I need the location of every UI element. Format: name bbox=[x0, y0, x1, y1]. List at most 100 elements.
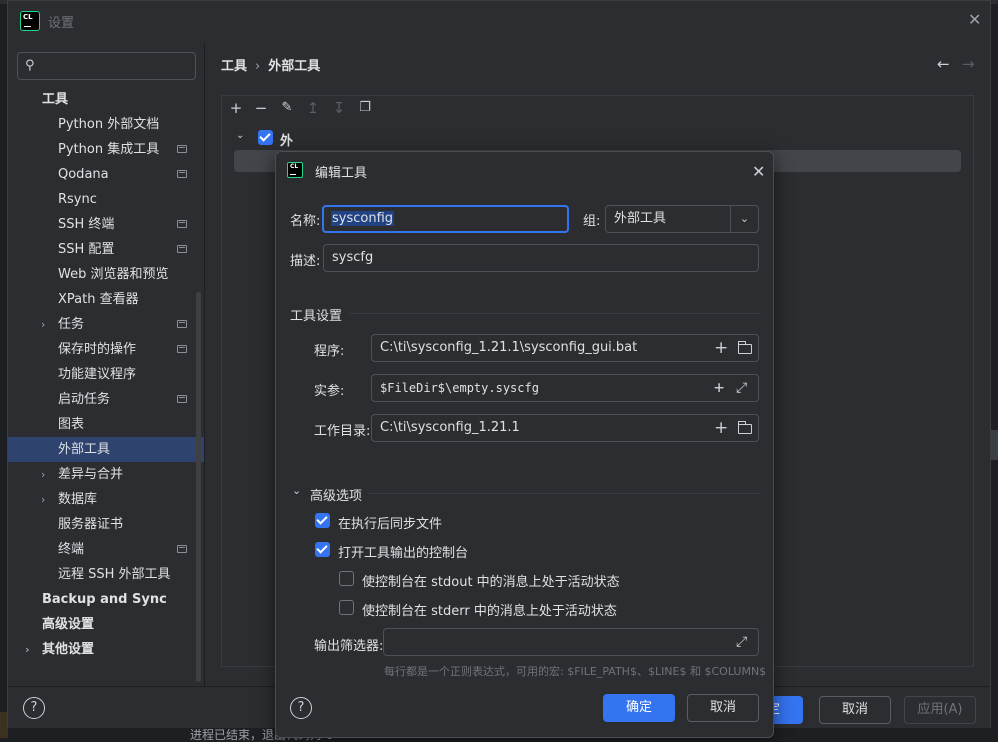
breadcrumb-separator: › bbox=[255, 59, 261, 74]
plus-icon[interactable]: + bbox=[714, 420, 728, 437]
project-scope-icon bbox=[177, 545, 187, 553]
output-filter-label: 输出筛选器: bbox=[314, 639, 384, 654]
clion-logo-icon: CL bbox=[287, 162, 303, 178]
sidebar-scrollbar[interactable] bbox=[196, 292, 201, 682]
window-title: 设置 bbox=[48, 16, 75, 31]
chevron-right-icon: › bbox=[41, 318, 46, 331]
sync-files-label[interactable]: 在执行后同步文件 bbox=[338, 513, 442, 532]
sidebar-item-xpath[interactable]: XPath 查看器 bbox=[8, 287, 204, 312]
open-console-label[interactable]: 打开工具输出的控制台 bbox=[338, 542, 468, 561]
sidebar-item-other[interactable]: › 其他设置 bbox=[8, 637, 204, 662]
sync-files-checkbox[interactable] bbox=[315, 513, 330, 528]
project-scope-icon bbox=[177, 245, 187, 253]
settings-sidebar: ⚲ 工具 Python 外部文档 Python 集成工具 Qodana Rsyn… bbox=[8, 42, 205, 686]
expand-icon[interactable]: ⤢ bbox=[736, 380, 747, 396]
chevron-down-icon[interactable]: ⌄ bbox=[730, 206, 758, 232]
group-combobox[interactable]: 外部工具 ⌄ bbox=[605, 205, 759, 233]
sidebar-item-feature-suggester[interactable]: 功能建议程序 bbox=[8, 362, 204, 387]
plus-icon[interactable]: + bbox=[714, 380, 724, 397]
chevron-right-icon: › bbox=[25, 643, 30, 656]
edit-tool-dialog: CL 编辑工具 ✕ 名称: sysconfig 组: 外部工具 ⌄ 描述: sy… bbox=[275, 151, 774, 738]
cancel-button[interactable]: 取消 bbox=[819, 696, 891, 724]
plus-icon[interactable]: + bbox=[714, 340, 728, 357]
chevron-down-icon[interactable]: ⌄ bbox=[292, 484, 301, 497]
tool-settings-title: 工具设置 bbox=[290, 309, 343, 324]
ide-side-strip bbox=[991, 430, 998, 460]
sidebar-item-tasks[interactable]: › 任务 bbox=[8, 312, 204, 337]
sidebar-item-rsync[interactable]: Rsync bbox=[8, 187, 204, 212]
output-filter-hint: 每行都是一个正则表达式，可用的宏: $FILE_PATH$、$LINE$ 和 $… bbox=[384, 665, 767, 678]
sidebar-item-ssh-terminal[interactable]: SSH 终端 bbox=[8, 212, 204, 237]
project-scope-icon bbox=[177, 145, 187, 153]
sidebar-item-startup-tasks[interactable]: 启动任务 bbox=[8, 387, 204, 412]
settings-titlebar: CL 设置 ✕ bbox=[8, 1, 990, 41]
search-icon: ⚲ bbox=[25, 58, 35, 73]
sidebar-item-diagrams[interactable]: 图表 bbox=[8, 412, 204, 437]
apply-button[interactable]: 应用(A) bbox=[904, 696, 976, 724]
sidebar-item-ssh-config[interactable]: SSH 配置 bbox=[8, 237, 204, 262]
back-arrow-icon[interactable]: ← bbox=[937, 55, 950, 73]
forward-arrow-icon[interactable]: → bbox=[962, 55, 975, 73]
dialog-ok-button[interactable]: 确定 bbox=[603, 694, 675, 722]
advanced-options-title[interactable]: 高级选项 bbox=[310, 485, 362, 504]
project-scope-icon bbox=[177, 170, 187, 178]
sidebar-item-diff-merge[interactable]: › 差异与合并 bbox=[8, 462, 204, 487]
edit-icon[interactable]: ✎ bbox=[279, 100, 295, 116]
clion-logo-icon: CL bbox=[20, 11, 40, 31]
name-label: 名称: bbox=[290, 214, 321, 229]
stderr-activate-checkbox[interactable] bbox=[339, 600, 354, 615]
folder-icon[interactable] bbox=[738, 421, 752, 434]
close-icon[interactable]: ✕ bbox=[752, 162, 765, 181]
program-label: 程序: bbox=[314, 344, 345, 359]
chevron-right-icon: › bbox=[41, 493, 46, 506]
chevron-down-icon[interactable]: ⌄ bbox=[236, 130, 244, 141]
sidebar-item-tools[interactable]: 工具 bbox=[8, 87, 204, 112]
dialog-title: 编辑工具 bbox=[315, 166, 368, 181]
sidebar-item-remote-ssh-tools[interactable]: 远程 SSH 外部工具 bbox=[8, 562, 204, 587]
help-icon[interactable]: ? bbox=[23, 697, 45, 719]
arrow-down-icon[interactable]: ↧ bbox=[331, 100, 347, 116]
arguments-input[interactable]: $FileDir$\empty.syscfg + ⤢ bbox=[371, 374, 759, 402]
group-enabled-checkbox[interactable] bbox=[258, 130, 273, 145]
open-console-checkbox[interactable] bbox=[315, 542, 330, 557]
project-scope-icon bbox=[177, 345, 187, 353]
help-icon[interactable]: ? bbox=[290, 697, 312, 719]
arrow-up-icon[interactable]: ↥ bbox=[305, 100, 321, 116]
sidebar-item-terminal[interactable]: 终端 bbox=[8, 537, 204, 562]
sidebar-item-external-tools[interactable]: 外部工具 bbox=[8, 437, 204, 462]
working-dir-input[interactable]: C:\ti\sysconfig_1.21.1 + bbox=[371, 414, 759, 442]
minus-icon[interactable]: − bbox=[253, 100, 269, 116]
section-divider bbox=[349, 313, 759, 314]
sidebar-item-advanced[interactable]: 高级设置 bbox=[8, 612, 204, 637]
window-close-icon[interactable]: ✕ bbox=[968, 12, 982, 28]
folder-icon[interactable] bbox=[738, 341, 752, 354]
project-scope-icon bbox=[177, 395, 187, 403]
sidebar-item-web-browsers[interactable]: Web 浏览器和预览 bbox=[8, 262, 204, 287]
program-input[interactable]: C:\ti\sysconfig_1.21.1\sysconfig_gui.bat… bbox=[371, 334, 759, 362]
plus-icon[interactable]: + bbox=[228, 100, 244, 116]
expand-icon[interactable]: ⤢ bbox=[736, 634, 747, 650]
group-label: 组: bbox=[583, 214, 601, 229]
settings-search-input[interactable]: ⚲ bbox=[17, 52, 196, 80]
sidebar-item-python-docs[interactable]: Python 外部文档 bbox=[8, 112, 204, 137]
sidebar-item-qodana[interactable]: Qodana bbox=[8, 162, 204, 187]
breadcrumb: 工具 › 外部工具 bbox=[221, 55, 320, 74]
name-input[interactable]: sysconfig bbox=[322, 205, 569, 233]
description-input[interactable]: syscfg bbox=[323, 244, 759, 272]
breadcrumb-current: 外部工具 bbox=[268, 59, 321, 74]
sidebar-item-database[interactable]: › 数据库 bbox=[8, 487, 204, 512]
dialog-cancel-button[interactable]: 取消 bbox=[687, 694, 759, 722]
sidebar-item-save-actions[interactable]: 保存时的操作 bbox=[8, 337, 204, 362]
output-filter-input[interactable]: ⤢ bbox=[383, 628, 759, 656]
sidebar-item-server-certs[interactable]: 服务器证书 bbox=[8, 512, 204, 537]
sidebar-item-backup-sync[interactable]: Backup and Sync bbox=[8, 587, 204, 612]
stderr-activate-label[interactable]: 使控制台在 stderr 中的消息上处于活动状态 bbox=[362, 600, 617, 619]
stdout-activate-label[interactable]: 使控制台在 stdout 中的消息上处于活动状态 bbox=[362, 571, 620, 590]
sidebar-item-python-tools[interactable]: Python 集成工具 bbox=[8, 137, 204, 162]
chevron-right-icon: › bbox=[41, 468, 46, 481]
stdout-activate-checkbox[interactable] bbox=[339, 571, 354, 586]
breadcrumb-parent[interactable]: 工具 bbox=[221, 59, 247, 74]
description-label: 描述: bbox=[290, 254, 321, 269]
working-dir-label: 工作目录: bbox=[314, 424, 371, 439]
copy-icon[interactable]: ❐ bbox=[357, 100, 373, 116]
